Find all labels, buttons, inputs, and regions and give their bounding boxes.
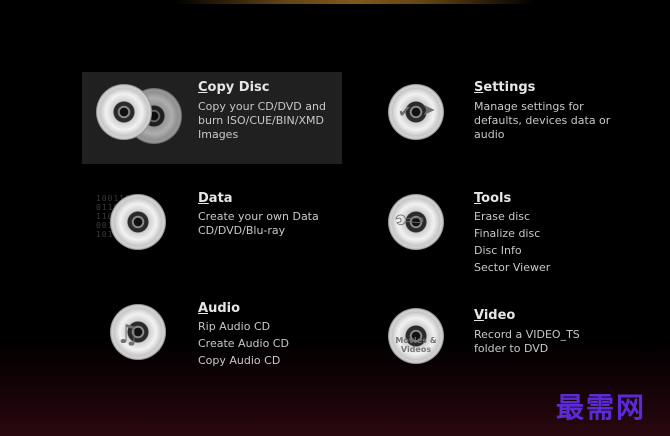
settings-description: Manage settings for defaults, devices da… (474, 100, 610, 142)
audio-title-rest: udio (208, 301, 241, 316)
erase-disc-link[interactable]: Erase disc (474, 208, 550, 225)
copy-disc-title-rest: opy Disc (207, 80, 270, 95)
audio-title: Audio (198, 301, 240, 316)
video-desc-line: folder to DVD (474, 342, 549, 355)
data-description: Create your own Data CD/DVD/Blu-ray (198, 210, 319, 238)
copy-disc-desc-line: Images (198, 128, 239, 141)
front-disc-icon (96, 84, 152, 140)
disc-label-line: Movies & (395, 336, 437, 345)
disc-icon (110, 194, 166, 250)
tools-disc-icon: 🔧︎ (388, 194, 452, 258)
cursor-arrow-icon: ➤ (422, 100, 436, 119)
copy-audio-cd-link[interactable]: Copy Audio CD (198, 352, 289, 369)
copy-disc-icon (96, 84, 182, 148)
data-title-rest: ata (208, 191, 233, 206)
copy-disc-title: Copy Disc (198, 80, 269, 95)
tools-tile[interactable]: 🔧︎ Tools Erase disc Finalize disc Disc I… (372, 182, 632, 282)
check-mark-icon: ✔ (398, 102, 412, 121)
data-tile[interactable]: 100110011 011001101 110011010 001101100 … (82, 182, 342, 268)
tools-list: Erase disc Finalize disc Disc Info Secto… (474, 208, 550, 276)
video-tile[interactable]: Movies & Videos Video Record a VIDEO_TS … (372, 298, 632, 378)
settings-disc-icon: ✔ ➤ (388, 84, 452, 148)
audio-title-initial: A (198, 301, 209, 316)
top-glow (175, 0, 535, 4)
settings-desc-line: defaults, devices data or (474, 114, 611, 127)
settings-title-rest: ettings (483, 80, 536, 95)
data-desc-line: CD/DVD/Blu-ray (198, 224, 286, 237)
tools-title: Tools (474, 191, 511, 206)
video-title-initial: V (474, 308, 484, 323)
copy-disc-desc-line: burn ISO/CUE/BIN/XMD (198, 114, 324, 127)
video-disc-icon: Movies & Videos (388, 308, 452, 372)
settings-title-initial: S (474, 80, 484, 95)
video-title: Video (474, 308, 515, 323)
audio-disc-icon: ♫ (110, 304, 174, 368)
copy-disc-description: Copy your CD/DVD and burn ISO/CUE/BIN/XM… (198, 100, 326, 142)
watermark-text: 最需网 (556, 391, 647, 424)
music-note-icon: ♫ (116, 320, 140, 350)
finalize-disc-link[interactable]: Finalize disc (474, 225, 550, 242)
data-desc-line: Create your own Data (198, 210, 319, 223)
create-audio-cd-link[interactable]: Create Audio CD (198, 335, 289, 352)
copy-disc-tile[interactable]: Copy Disc Copy your CD/DVD and burn ISO/… (82, 72, 342, 164)
tools-title-rest: ools (481, 191, 512, 206)
data-disc-icon (110, 194, 174, 258)
disc-info-link[interactable]: Disc Info (474, 242, 550, 259)
video-desc-line: Record a VIDEO_TS (474, 328, 580, 341)
settings-title: Settings (474, 80, 535, 95)
movies-videos-label: Movies & Videos (392, 336, 440, 354)
disc-icon (388, 84, 444, 140)
data-title: Data (198, 191, 233, 206)
settings-desc-line: Manage settings for (474, 100, 584, 113)
video-title-rest: ideo (483, 308, 516, 323)
copy-disc-title-initial: C (198, 80, 208, 95)
settings-desc-line: audio (474, 128, 505, 141)
audio-list: Rip Audio CD Create Audio CD Copy Audio … (198, 318, 289, 369)
settings-tile[interactable]: ✔ ➤ Settings Manage settings for default… (372, 72, 632, 164)
sector-viewer-link[interactable]: Sector Viewer (474, 259, 550, 276)
rip-audio-cd-link[interactable]: Rip Audio CD (198, 318, 289, 335)
video-description: Record a VIDEO_TS folder to DVD (474, 328, 580, 356)
data-title-initial: D (198, 191, 209, 206)
disc-label-line: Videos (400, 345, 432, 354)
audio-tile[interactable]: ♫ Audio Rip Audio CD Create Audio CD Cop… (82, 292, 342, 378)
copy-disc-desc-line: Copy your CD/DVD and (198, 100, 326, 113)
